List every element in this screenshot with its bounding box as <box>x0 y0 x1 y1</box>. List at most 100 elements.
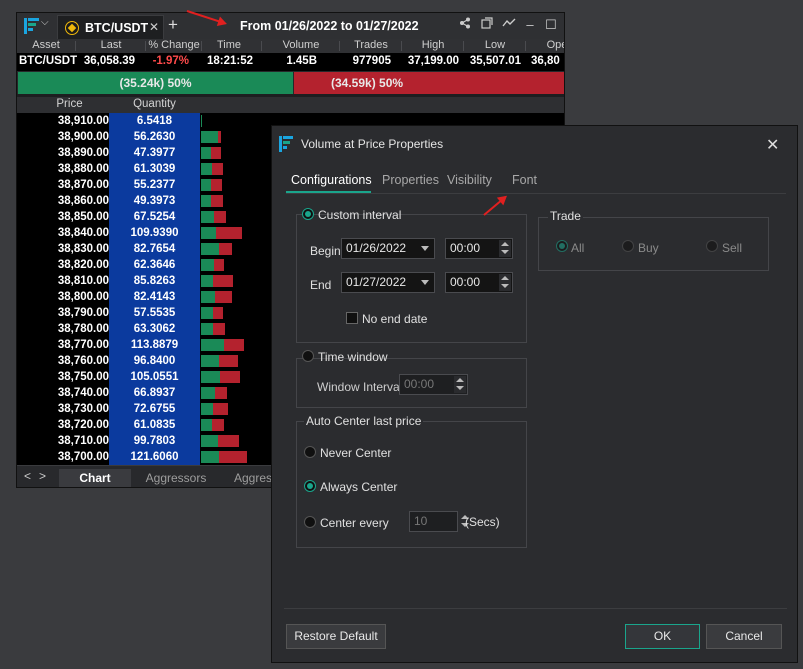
close-icon[interactable]: ✕ <box>766 135 779 155</box>
buy-volume-mark <box>201 307 213 319</box>
no-end-date-checkbox[interactable] <box>346 312 358 324</box>
quote-row[interactable]: BTC/USDT 36,058.39 -1.97% 18:21:52 1.45B… <box>17 53 564 71</box>
center-secs-field[interactable]: 10 <box>409 511 469 532</box>
buy-volume-mark <box>201 419 212 431</box>
col-high[interactable]: High <box>403 39 463 51</box>
buy-volume-mark <box>201 371 220 383</box>
popout-icon[interactable] <box>478 16 496 34</box>
window-interval-label: Window Interval <box>317 380 403 394</box>
ladder-quantity: 62.3646 <box>109 257 200 273</box>
tab-aggressors[interactable]: Aggressors <box>135 469 217 487</box>
link-chart-icon[interactable] <box>500 16 518 34</box>
never-center-radio[interactable] <box>304 446 316 458</box>
begin-time-value: 00:00 <box>450 241 481 255</box>
begin-time-field[interactable]: 00:00 <box>445 238 513 259</box>
ladder-price: 38,720.00 <box>57 419 109 431</box>
date-range-title: From 01/26/2022 to 01/27/2022 <box>240 19 419 33</box>
ladder-price: 38,710.00 <box>57 435 109 447</box>
spin-icon[interactable] <box>454 376 466 393</box>
col-time[interactable]: Time <box>203 39 255 51</box>
buy-volume-mark <box>201 115 202 127</box>
nav-prev-icon[interactable]: < <box>24 469 31 483</box>
quote-change: -1.97% <box>152 55 189 67</box>
spin-icon[interactable] <box>499 274 511 291</box>
ladder-price: 38,850.00 <box>57 211 109 223</box>
ladder-quantity: 63.3062 <box>109 321 200 337</box>
tab-chart[interactable]: Chart <box>59 469 131 487</box>
buy-volume-mark <box>201 435 218 447</box>
begin-date-field[interactable]: 01/26/2022 <box>341 238 435 259</box>
quote-last: 36,058.39 <box>83 55 135 67</box>
spin-icon[interactable] <box>499 240 511 257</box>
ok-button[interactable]: OK <box>625 624 700 649</box>
ladder-price: 38,910.00 <box>57 115 109 127</box>
col-asset[interactable]: Asset <box>17 39 75 51</box>
ladder-price: 38,880.00 <box>57 163 109 175</box>
buy-volume-mark <box>201 323 213 335</box>
tab-visibility[interactable]: Visibility <box>447 173 492 187</box>
sell-volume-mark <box>216 227 242 239</box>
ladder-price-header[interactable]: Price <box>17 98 122 110</box>
window-interval-field[interactable]: 00:00 <box>399 374 468 395</box>
buy-volume-mark <box>201 259 214 271</box>
end-date-field[interactable]: 01/27/2022 <box>341 272 435 293</box>
col-last[interactable]: Last <box>77 39 145 51</box>
chevron-down-icon[interactable] <box>421 246 429 251</box>
col-change[interactable]: % Change <box>147 39 201 51</box>
col-trades[interactable]: Trades <box>341 39 401 51</box>
properties-dialog: Volume at Price Properties ✕ Configurati… <box>271 125 798 663</box>
trade-all-radio[interactable] <box>556 240 568 252</box>
custom-interval-label: Custom interval <box>318 208 402 222</box>
chevron-down-icon[interactable]: ⌵ <box>41 17 49 28</box>
trade-all-label: All <box>571 241 585 255</box>
trade-buy-radio[interactable] <box>622 240 634 252</box>
restore-default-button[interactable]: Restore Default <box>286 624 386 649</box>
col-volume[interactable]: Volume <box>263 39 339 51</box>
app-logo-icon[interactable] <box>23 17 41 35</box>
buy-volume-mark <box>201 275 213 287</box>
time-window-radio[interactable] <box>302 350 314 362</box>
ladder-quantity: 72.6755 <box>109 401 200 417</box>
buy-volume-mark <box>201 355 219 367</box>
tab-configurations[interactable]: Configurations <box>291 173 372 187</box>
ladder-quantity: 109.9390 <box>109 225 200 241</box>
tab-font[interactable]: Font <box>512 173 537 187</box>
close-tab-icon[interactable]: ✕ <box>149 20 159 34</box>
col-low[interactable]: Low <box>465 39 525 51</box>
nav-next-icon[interactable]: > <box>39 469 46 483</box>
close-window-icon[interactable]: ✕ <box>563 16 564 34</box>
ladder-quantity: 61.3039 <box>109 161 200 177</box>
trade-sell-radio[interactable] <box>706 240 718 252</box>
ladder-quantity: 85.8263 <box>109 273 200 289</box>
maximize-icon[interactable]: ☐ <box>542 16 560 34</box>
end-time-field[interactable]: 00:00 <box>445 272 513 293</box>
quote-time: 18:21:52 <box>206 55 253 67</box>
quote-open: 36,80 <box>531 55 560 67</box>
sell-volume-mark <box>215 291 232 303</box>
col-open[interactable]: Ope <box>527 39 564 51</box>
add-tab-button[interactable]: + <box>168 15 178 35</box>
ladder-price: 38,770.00 <box>57 339 109 351</box>
ladder-price: 38,840.00 <box>57 227 109 239</box>
ladder-price: 38,760.00 <box>57 355 109 367</box>
no-end-date-label: No end date <box>362 312 428 326</box>
center-every-radio[interactable] <box>304 516 316 528</box>
trade-buy-label: Buy <box>638 241 659 255</box>
buy-volume-bar: (35.24k) 50% <box>18 72 293 94</box>
custom-interval-radio[interactable] <box>302 208 314 220</box>
buy-volume-mark <box>201 195 211 207</box>
ladder-price: 38,800.00 <box>57 291 109 303</box>
ladder-price: 38,740.00 <box>57 387 109 399</box>
minimize-icon[interactable]: – <box>521 16 539 34</box>
cancel-button[interactable]: Cancel <box>706 624 782 649</box>
share-icon[interactable] <box>456 16 474 34</box>
ladder-quantity: 56.2630 <box>109 129 200 145</box>
ladder-qty-header[interactable]: Quantity <box>109 98 200 110</box>
tab-btc-usdt[interactable]: BTC/USDT ✕ <box>57 15 164 39</box>
always-center-radio[interactable] <box>304 480 316 492</box>
always-center-label: Always Center <box>320 480 398 494</box>
dialog-title: Volume at Price Properties <box>301 137 444 151</box>
tab-properties[interactable]: Properties <box>382 173 439 187</box>
sell-volume-mark <box>218 131 221 143</box>
chevron-down-icon[interactable] <box>421 280 429 285</box>
